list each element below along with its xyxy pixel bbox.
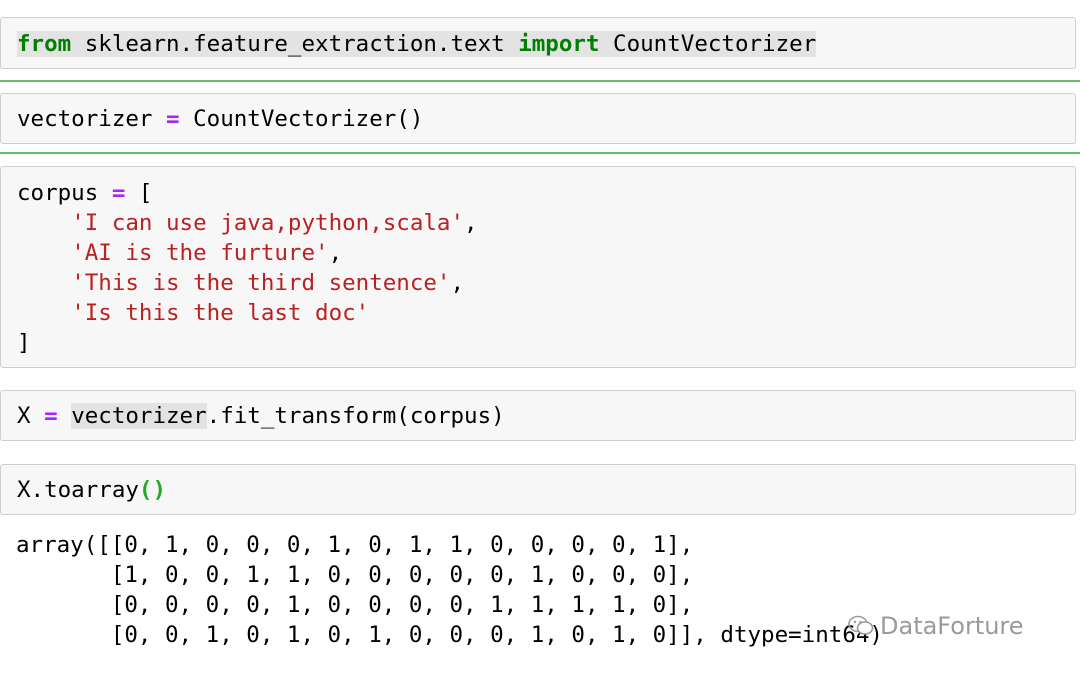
code-block: corpus = [ 'I can use java,python,scala'…	[17, 178, 478, 358]
assign-operator: =	[166, 106, 180, 132]
method-call: .fit_transform(corpus)	[206, 403, 505, 429]
comma: ,	[464, 210, 478, 236]
code-cell-import[interactable]: from sklearn.feature_extraction.text imp…	[0, 17, 1076, 69]
code-line: X = vectorizer.fit_transform(corpus)	[17, 401, 505, 431]
assign-operator: =	[44, 403, 58, 429]
code-cell-toarray[interactable]: X.toarray()	[0, 464, 1076, 515]
watermark-text: DataForture	[880, 612, 1024, 640]
code-cell-corpus[interactable]: corpus = [ 'I can use java,python,scala'…	[0, 166, 1076, 368]
corpus-string: 'This is the third sentence'	[71, 270, 451, 296]
cell-output: array([[0, 1, 0, 0, 0, 1, 0, 1, 1, 0, 0,…	[16, 530, 883, 650]
keyword-from: from	[17, 31, 72, 57]
vectorizer-highlight: vectorizer	[71, 403, 207, 429]
keyword-import: import	[518, 31, 600, 57]
close-bracket: ]	[17, 330, 31, 356]
comma: ,	[328, 240, 343, 266]
watermark: DataForture	[848, 612, 1024, 640]
code-line: from sklearn.feature_extraction.text imp…	[17, 29, 817, 59]
import-name: CountVectorizer	[599, 31, 817, 57]
module-path: sklearn.feature_extraction.text	[71, 31, 519, 57]
code-cell-fit-transform[interactable]: X = vectorizer.fit_transform(corpus)	[0, 390, 1076, 441]
corpus-string: 'I can use java,python,scala'	[71, 210, 465, 236]
open-bracket: [	[125, 180, 153, 206]
cell-separator	[0, 80, 1080, 82]
output-line: array([[0, 1, 0, 0, 0, 1, 0, 1, 1, 0, 0,…	[16, 532, 694, 558]
rhs-text: CountVectorizer()	[179, 106, 424, 132]
code-cell-vectorizer[interactable]: vectorizer = CountVectorizer()	[0, 93, 1076, 144]
lhs-text: vectorizer	[17, 106, 167, 132]
toarray-call: X.toarray	[17, 477, 139, 503]
lhs-text: X	[17, 403, 45, 429]
assign-operator: =	[111, 180, 126, 206]
lhs-text: corpus	[17, 180, 112, 206]
output-line: [0, 0, 1, 0, 1, 0, 1, 0, 0, 0, 1, 0, 1, …	[16, 622, 883, 648]
cell-separator	[0, 152, 1080, 154]
comma: ,	[450, 270, 465, 296]
corpus-string: 'AI is the furture'	[71, 240, 329, 266]
code-line: vectorizer = CountVectorizer()	[17, 104, 423, 134]
corpus-string: 'Is this the last doc'	[71, 300, 370, 326]
output-line: [1, 0, 0, 1, 1, 0, 0, 0, 0, 0, 1, 0, 0, …	[16, 562, 694, 588]
matched-parens: ()	[138, 477, 167, 503]
output-line: [0, 0, 0, 0, 1, 0, 0, 0, 0, 1, 1, 1, 1, …	[16, 592, 694, 618]
wechat-icon	[848, 615, 874, 635]
code-line: X.toarray()	[17, 475, 166, 505]
